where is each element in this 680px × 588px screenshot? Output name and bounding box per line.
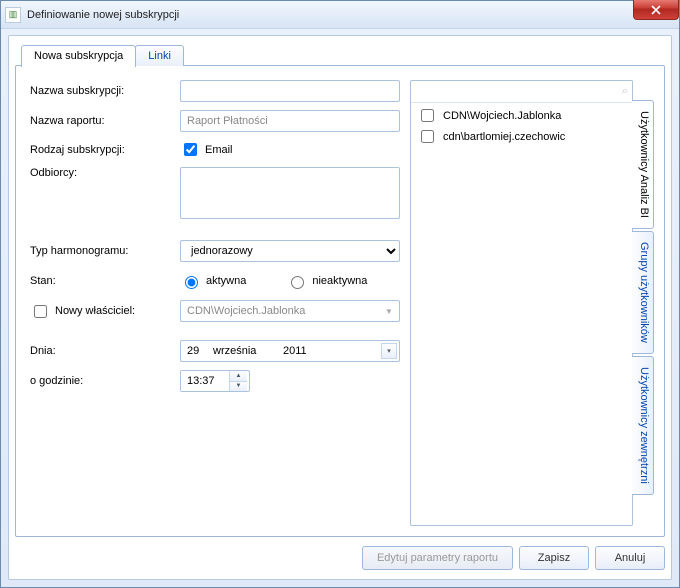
user-search-box: ⌕ xyxy=(411,81,632,103)
calendar-button[interactable]: ▾ xyxy=(381,343,397,359)
date-label: Dnia: xyxy=(30,345,180,357)
user-label: CDN\Wojciech.Jablonka xyxy=(443,110,561,122)
new-owner-checkbox[interactable] xyxy=(34,305,47,318)
titlebar: ▥ Definiowanie nowej subskrypcji xyxy=(1,1,679,29)
user-label: cdn\bartlomiej.czechowic xyxy=(443,131,565,143)
email-checkbox[interactable] xyxy=(184,143,197,156)
time-spin-down[interactable]: ▼ xyxy=(230,382,247,392)
time-input[interactable] xyxy=(181,371,229,391)
report-name-readonly: Raport Płatności xyxy=(180,110,400,132)
user-list-item[interactable]: cdn\bartlomiej.czechowic xyxy=(415,126,628,147)
window: ▥ Definiowanie nowej subskrypcji Nowa su… xyxy=(0,0,680,588)
subscription-type-label: Rodzaj subskrypcji: xyxy=(30,144,180,156)
cancel-button[interactable]: Anuluj xyxy=(595,546,665,570)
time-picker[interactable]: ▲ ▼ xyxy=(180,370,250,392)
footer: Edytuj parametry raportu Zapisz Anuluj xyxy=(15,543,665,573)
save-button[interactable]: Zapisz xyxy=(519,546,589,570)
user-search-input[interactable] xyxy=(415,85,622,99)
recipients-input[interactable] xyxy=(180,167,400,219)
side-tab-strip: Użytkownicy Analiz BI Grupy użytkowników… xyxy=(632,80,654,526)
user-checkbox[interactable] xyxy=(421,130,434,143)
tab-links[interactable]: Linki xyxy=(135,45,184,66)
edit-report-params-button: Edytuj parametry raportu xyxy=(362,546,513,570)
window-title: Definiowanie nowej subskrypcji xyxy=(27,9,179,21)
user-checkbox[interactable] xyxy=(421,109,434,122)
tab-strip: Nowa subskrypcja Linki xyxy=(15,42,665,66)
tab-new-subscription[interactable]: Nowa subskrypcja xyxy=(21,45,136,67)
time-label: o godzinie: xyxy=(30,375,180,387)
side-tab-external-users[interactable]: Użytkownicy zewnętrzni xyxy=(632,356,654,495)
owner-dropdown-disabled: CDN\Wojciech.Jablonka ▼ xyxy=(180,300,400,322)
schedule-type-select[interactable]: jednorazowy xyxy=(180,240,400,262)
tab-page: Nazwa subskrypcji: Nazwa raportu: Raport… xyxy=(15,65,665,537)
search-icon: ⌕ xyxy=(622,85,628,98)
right-column: ⌕ CDN\Wojciech.Jablonka cdn\bartlomiej.c… xyxy=(410,80,654,526)
time-spin-up[interactable]: ▲ xyxy=(230,371,247,382)
form-column: Nazwa subskrypcji: Nazwa raportu: Raport… xyxy=(30,80,400,526)
email-checkbox-wrap[interactable]: Email xyxy=(180,140,400,159)
state-label: Stan: xyxy=(30,275,180,287)
side-tab-user-groups[interactable]: Grupy użytkowników xyxy=(632,231,654,354)
state-inactive-radio[interactable] xyxy=(291,276,304,289)
chevron-down-icon: ▼ xyxy=(383,305,395,317)
subscription-name-input[interactable] xyxy=(180,80,400,102)
new-owner-label: Nowy właściciel: xyxy=(55,305,135,317)
date-picker[interactable]: 29 września 2011 ▾ xyxy=(180,340,400,362)
side-tab-users-bi[interactable]: Użytkownicy Analiz BI xyxy=(632,100,654,229)
close-button[interactable] xyxy=(633,0,679,20)
user-list: CDN\Wojciech.Jablonka cdn\bartlomiej.cze… xyxy=(411,103,632,525)
subscription-name-label: Nazwa subskrypcji: xyxy=(30,85,180,97)
email-checkbox-label: Email xyxy=(205,144,233,156)
state-active-radio[interactable] xyxy=(185,276,198,289)
report-name-label: Nazwa raportu: xyxy=(30,115,180,127)
state-active-option[interactable]: aktywna xyxy=(180,273,246,289)
state-inactive-option[interactable]: nieaktywna xyxy=(286,273,367,289)
schedule-type-label: Typ harmonogramu: xyxy=(30,245,180,257)
user-panel: ⌕ CDN\Wojciech.Jablonka cdn\bartlomiej.c… xyxy=(410,80,633,526)
close-icon xyxy=(651,5,661,15)
recipients-label: Odbiorcy: xyxy=(30,167,180,179)
user-list-item[interactable]: CDN\Wojciech.Jablonka xyxy=(415,105,628,126)
outer-panel: Nowa subskrypcja Linki Nazwa subskrypcji… xyxy=(8,35,672,580)
app-icon: ▥ xyxy=(5,7,21,23)
